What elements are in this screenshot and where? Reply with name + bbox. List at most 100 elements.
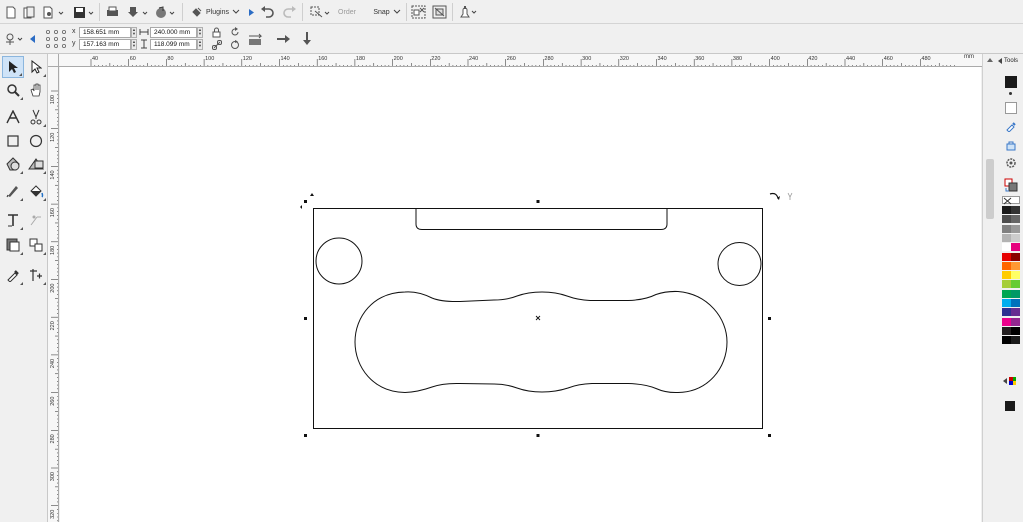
import-icon[interactable] — [126, 3, 150, 21]
palette-swatch[interactable] — [1011, 289, 1020, 298]
shape-tool-icon[interactable] — [25, 56, 47, 78]
x-spinner[interactable]: ▲ ▼ — [131, 27, 137, 38]
palette-swatch[interactable] — [1011, 243, 1020, 252]
no-color-swatch[interactable] — [1002, 196, 1020, 205]
ellipse-tool-icon[interactable] — [25, 130, 47, 152]
top-slot-shape[interactable] — [415, 208, 668, 230]
palette-swatch[interactable] — [1011, 206, 1020, 214]
y-position-field[interactable]: 157.163 mm — [79, 39, 131, 50]
horizontal-ruler[interactable]: 40 60 80 100 120 140 160 180 200 220 240 260 280 300 3… — [48, 54, 985, 67]
palette-swatch[interactable] — [1002, 317, 1011, 326]
palette-swatch[interactable] — [1011, 252, 1020, 261]
y-spinner[interactable]: ▲ ▼ — [131, 39, 137, 50]
mirror-handle-icon[interactable] — [787, 192, 793, 200]
palette-swatch[interactable] — [1002, 261, 1011, 270]
swap-indicator-icon[interactable] — [1009, 92, 1012, 95]
dimension-tool-icon[interactable] — [2, 209, 24, 231]
right-hole-circle[interactable] — [717, 242, 762, 286]
mirror-icon[interactable] — [247, 32, 265, 46]
color-swap-icon[interactable] — [1004, 178, 1018, 192]
palette-swatch[interactable] — [1011, 233, 1020, 242]
fill-tool-icon[interactable] — [25, 180, 47, 202]
snap-button[interactable]: Snap — [372, 3, 402, 21]
new-document-icon[interactable] — [4, 3, 18, 21]
palette-swatch[interactable] — [1011, 215, 1020, 224]
interactive-fill-icon[interactable] — [25, 264, 47, 286]
eyedropper-tool-icon[interactable] — [2, 264, 24, 286]
palette-swatch[interactable] — [1002, 299, 1011, 307]
palette-swatch[interactable] — [1002, 243, 1011, 252]
launch-icon[interactable] — [457, 3, 479, 21]
width-spinner[interactable]: ▲ ▼ — [197, 27, 203, 38]
reference-point-icon[interactable] — [45, 29, 67, 49]
object-origin-icon[interactable] — [4, 30, 24, 48]
plugins-button[interactable]: Plugins — [191, 3, 241, 21]
palette-swatch[interactable] — [1002, 289, 1011, 298]
rotate-icon[interactable] — [230, 27, 240, 37]
tools-panel-header[interactable]: Tools — [998, 58, 1018, 64]
palette-swatch[interactable] — [1002, 336, 1011, 345]
palette-swatch[interactable] — [1011, 336, 1020, 345]
lock-ratio-icon[interactable] — [212, 27, 221, 38]
text-tool-icon[interactable] — [2, 106, 24, 128]
palette-swatch[interactable] — [1002, 308, 1011, 317]
left-hole-circle[interactable] — [315, 237, 363, 285]
palette-swatch[interactable] — [1002, 326, 1011, 335]
height-field[interactable]: 118.099 mm — [150, 39, 197, 50]
skew-handle-icon[interactable] — [300, 205, 302, 209]
outline-color-indicator[interactable] — [1005, 102, 1017, 114]
templates-icon[interactable] — [22, 3, 36, 21]
width-field[interactable]: 240.000 mm — [150, 27, 197, 38]
rectangle-tool-icon[interactable] — [2, 130, 24, 152]
palette-swatch[interactable] — [1011, 308, 1020, 317]
fill-color-indicator[interactable] — [1005, 76, 1017, 88]
drawing-canvas[interactable] — [60, 67, 981, 522]
polygon-tool-icon[interactable] — [2, 153, 24, 175]
eyedropper-small-icon[interactable] — [1005, 120, 1017, 132]
order-button[interactable]: Order — [336, 3, 358, 21]
to-back-icon[interactable] — [303, 31, 311, 47]
zoom-tool-icon[interactable] — [2, 79, 24, 101]
rotate-arrow-icon[interactable] — [769, 192, 779, 199]
central-cutout-shape[interactable] — [354, 290, 728, 394]
link-icon[interactable] — [212, 40, 222, 50]
palette-swatch[interactable] — [1002, 224, 1011, 233]
palette-swatch[interactable] — [1002, 233, 1011, 242]
current-color-indicator[interactable] — [1005, 401, 1015, 411]
palette-swatch[interactable] — [1002, 215, 1011, 224]
palette-swatch[interactable] — [1002, 206, 1011, 214]
collapse-arrow-icon[interactable] — [30, 35, 35, 43]
group-icon[interactable] — [410, 3, 428, 21]
palette-swatch[interactable] — [1011, 299, 1020, 307]
pen-tool-icon[interactable] — [2, 180, 24, 202]
palette-swatch[interactable] — [1011, 261, 1020, 270]
save-icon[interactable] — [72, 3, 96, 21]
blend-tool-icon[interactable] — [25, 234, 47, 256]
undo-icon[interactable] — [258, 3, 276, 21]
connector-tool-icon[interactable] — [25, 209, 47, 231]
scroll-up-arrow-icon[interactable] — [987, 58, 993, 62]
palette-swatch[interactable] — [1011, 271, 1020, 280]
effects-tool-icon[interactable] — [2, 234, 24, 256]
palette-swatch[interactable] — [1002, 271, 1011, 280]
ruler-corner[interactable] — [48, 54, 59, 67]
palette-swatch[interactable] — [1011, 317, 1020, 326]
knife-tool-icon[interactable] — [25, 106, 47, 128]
height-spinner[interactable]: ▲ ▼ — [197, 39, 203, 50]
palette-swatch[interactable] — [1011, 280, 1020, 289]
print-icon[interactable] — [104, 3, 120, 21]
palette-swatch[interactable] — [1011, 224, 1020, 233]
more-arrow-icon[interactable] — [247, 3, 255, 21]
pan-tool-icon[interactable] — [25, 79, 47, 101]
shapes-tool-icon[interactable] — [25, 153, 47, 175]
to-front-icon[interactable] — [276, 34, 292, 44]
x-position-field[interactable]: 158.651 mm — [79, 27, 131, 38]
ungroup-icon[interactable] — [431, 3, 449, 21]
vertical-scrollbar[interactable] — [982, 54, 996, 522]
palette-swatch[interactable] — [1011, 326, 1020, 335]
scrollbar-thumb[interactable] — [986, 159, 994, 219]
redo-icon[interactable] — [281, 3, 299, 21]
vertical-ruler[interactable]: 100 120 140 160 180 200 220 240 260 280 300 320 — [48, 67, 59, 522]
palette-swatch[interactable] — [1002, 252, 1011, 261]
palette-options-icon[interactable] — [1003, 376, 1017, 386]
